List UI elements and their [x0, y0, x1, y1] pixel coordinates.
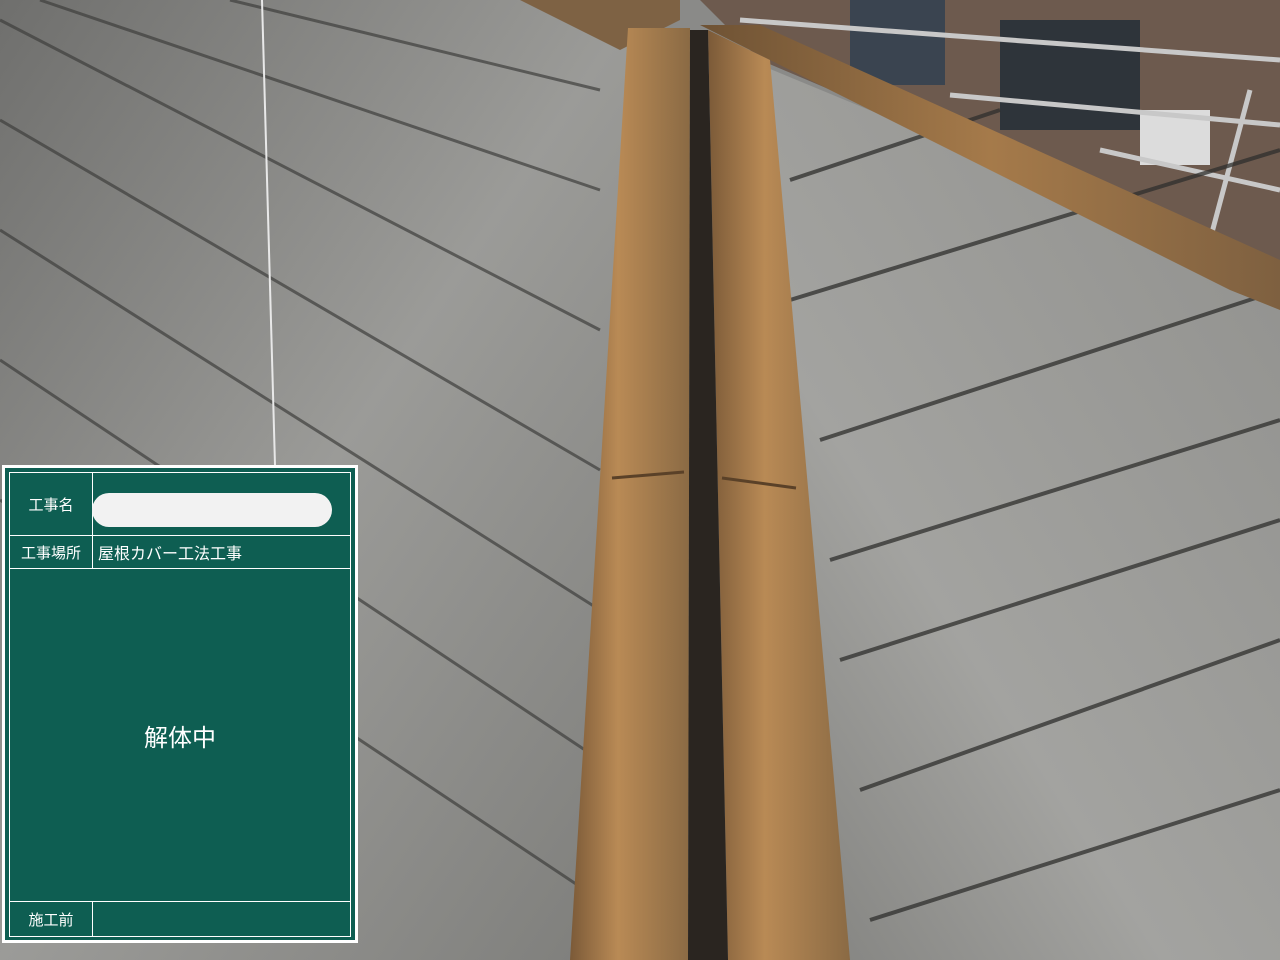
- status-label: 施工前: [28, 910, 74, 929]
- site-value: 屋根カバー工法工事: [98, 544, 243, 563]
- status-row: 施工前: [9, 901, 351, 937]
- project-name-value: [100, 473, 344, 535]
- construction-signboard: 工事名 工事場所 屋根カバー工法工事 解体中 施工前: [2, 465, 358, 943]
- project-name-label: 工事名: [28, 495, 74, 514]
- building-window: [1000, 20, 1140, 130]
- project-name-row: 工事名: [9, 472, 351, 536]
- main-area: 解体中: [9, 568, 351, 902]
- site-label: 工事場所: [20, 543, 81, 562]
- status-value: [98, 902, 344, 936]
- main-text: 解体中: [144, 723, 216, 752]
- site-row: 工事場所 屋根カバー工法工事: [9, 535, 351, 569]
